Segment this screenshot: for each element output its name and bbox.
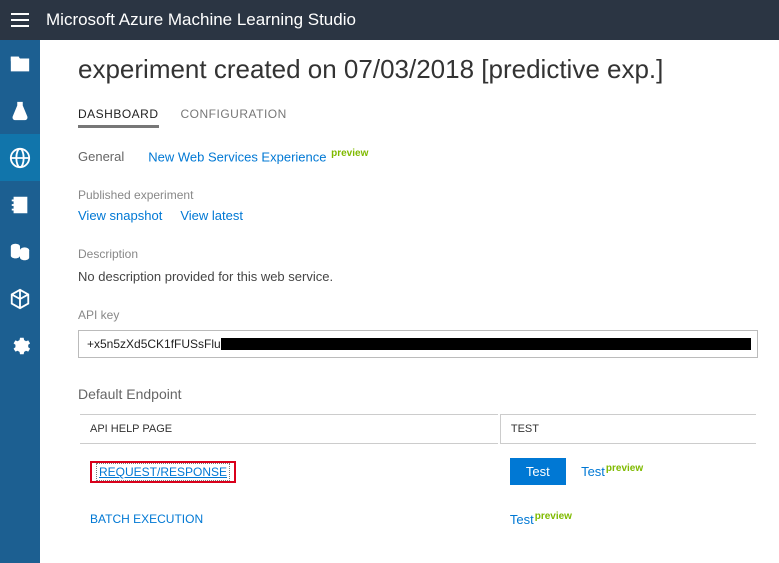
batch-execution-link[interactable]: BATCH EXECUTION xyxy=(90,512,203,526)
subnav: General New Web Services Experience prev… xyxy=(78,148,779,164)
test-button[interactable]: Test xyxy=(510,458,566,485)
app-title: Microsoft Azure Machine Learning Studio xyxy=(46,10,356,30)
table-row: REQUEST/RESPONSE Test Testpreview xyxy=(80,446,756,497)
table-header-row: API HELP PAGE TEST xyxy=(80,414,756,444)
tab-configuration[interactable]: CONFIGURATION xyxy=(181,107,287,128)
endpoint-title: Default Endpoint xyxy=(78,386,779,402)
test-link[interactable]: Test xyxy=(581,464,605,479)
api-key-visible: +x5n5zXd5CK1fFUSsFlu xyxy=(87,337,221,351)
api-key-field[interactable]: +x5n5zXd5CK1fFUSsFlu xyxy=(78,330,758,358)
test-link[interactable]: Test xyxy=(510,512,534,527)
top-bar: Microsoft Azure Machine Learning Studio xyxy=(0,0,779,40)
menu-icon[interactable] xyxy=(0,0,40,40)
description-label: Description xyxy=(78,247,779,261)
sidebar xyxy=(0,40,40,563)
new-web-services-link[interactable]: New Web Services Experience xyxy=(148,149,326,164)
preview-badge: preview xyxy=(535,511,572,522)
preview-badge: preview xyxy=(606,463,643,474)
table-row: BATCH EXECUTION Testpreview xyxy=(80,499,756,539)
description-text: No description provided for this web ser… xyxy=(78,269,779,284)
request-response-highlight: REQUEST/RESPONSE xyxy=(90,461,236,483)
tabs: DASHBOARD CONFIGURATION xyxy=(78,107,779,128)
subnav-general[interactable]: General xyxy=(78,149,124,164)
page-title: experiment created on 07/03/2018 [predic… xyxy=(78,54,779,85)
sidebar-item-experiments[interactable] xyxy=(0,87,40,134)
sidebar-item-projects[interactable] xyxy=(0,40,40,87)
view-latest-link[interactable]: View latest xyxy=(180,208,243,223)
request-response-link[interactable]: REQUEST/RESPONSE xyxy=(96,463,230,481)
tab-dashboard[interactable]: DASHBOARD xyxy=(78,107,159,128)
sidebar-item-notebooks[interactable] xyxy=(0,181,40,228)
sidebar-item-datasets[interactable] xyxy=(0,228,40,275)
api-key-label: API key xyxy=(78,308,779,322)
published-label: Published experiment xyxy=(78,188,779,202)
main-content: experiment created on 07/03/2018 [predic… xyxy=(40,40,779,563)
col-test: TEST xyxy=(500,414,756,444)
api-key-redacted xyxy=(221,338,751,350)
preview-badge: preview xyxy=(331,148,368,159)
sidebar-item-settings[interactable] xyxy=(0,322,40,369)
sidebar-item-models[interactable] xyxy=(0,275,40,322)
view-snapshot-link[interactable]: View snapshot xyxy=(78,208,162,223)
col-api-help: API HELP PAGE xyxy=(80,414,498,444)
endpoint-table: API HELP PAGE TEST REQUEST/RESPONSE Test… xyxy=(78,412,758,541)
sidebar-item-web-services[interactable] xyxy=(0,134,40,181)
